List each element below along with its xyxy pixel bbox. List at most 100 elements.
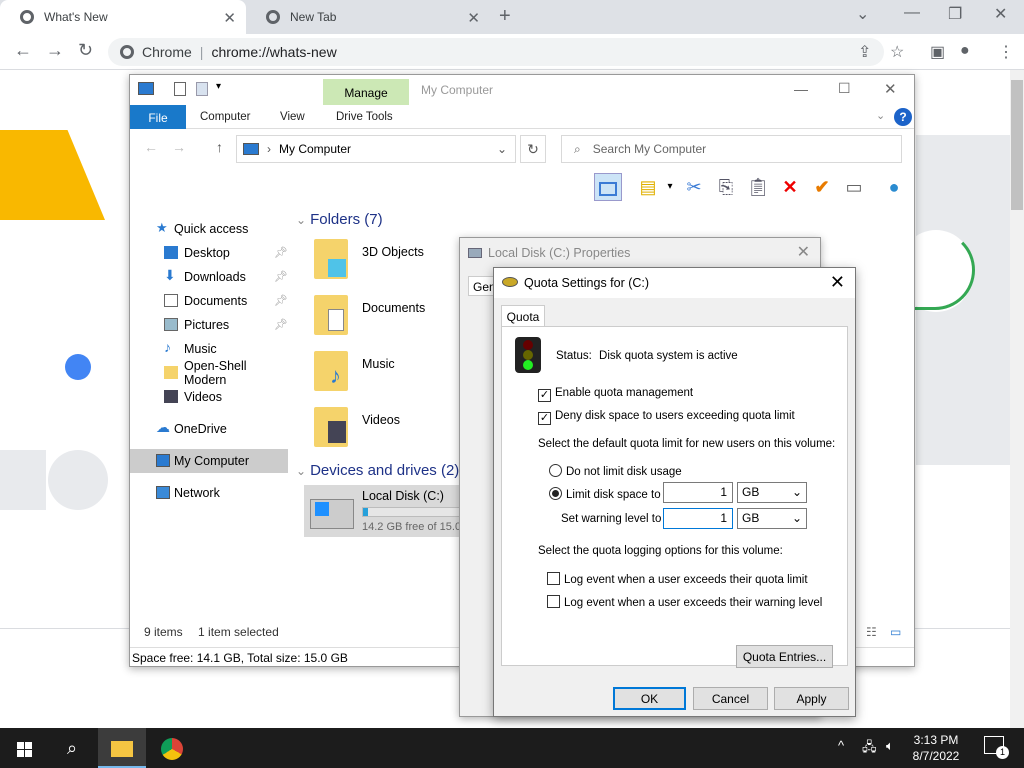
limit-unit-select[interactable]: GB ⌄ [737,482,807,503]
close-icon[interactable]: ✕ [830,272,845,293]
no-limit-radio[interactable]: Do not limit disk usage [549,464,682,478]
tab-file[interactable]: File [130,105,186,129]
tab-whats-new[interactable]: What's New ✕ [0,0,246,34]
checkbox-checked[interactable]: ✓ [538,389,551,402]
chevron-down-icon[interactable]: ⌄ [497,142,507,156]
maximize-icon[interactable]: ☐ [838,80,851,97]
reload-icon[interactable]: ↻ [78,40,93,61]
folder-3d-objects[interactable]: 3D Objects [314,239,424,279]
details-view-icon[interactable]: ☷ [866,625,877,639]
properties-icon[interactable] [174,82,186,96]
close-icon[interactable]: ✕ [797,242,810,262]
quota-entries-button[interactable]: Quota Entries... [736,645,833,668]
restore-icon[interactable]: ❐ [948,4,962,24]
nav-music[interactable]: ♪ Music [130,337,288,361]
cut-icon[interactable]: ✂ [680,173,708,201]
chrome-taskbar-icon[interactable] [148,728,196,768]
folder-videos[interactable]: Videos [314,407,400,447]
up-icon[interactable]: ↑ [216,139,223,155]
minimize-icon[interactable]: — [794,81,808,97]
nav-my-computer[interactable]: My Computer [130,449,288,473]
close-tab-icon[interactable]: ✕ [223,9,236,27]
nav-videos[interactable]: Videos [130,385,288,409]
tab-quota[interactable]: Quota [501,305,545,327]
close-window-icon[interactable]: ✕ [994,4,1007,24]
close-tab-icon[interactable]: ✕ [467,9,480,27]
nav-downloads[interactable]: ⬇ Downloads 📌︎ [130,265,288,289]
scrollbar-thumb[interactable] [1011,80,1023,210]
start-button[interactable] [0,728,48,768]
paste-icon[interactable]: 📋︎ [744,173,772,201]
ok-button[interactable]: OK [613,687,686,710]
help-icon[interactable]: ? [894,108,912,126]
clock[interactable]: 3:13 PM 8/7/2022 [908,732,964,764]
nav-quick-access[interactable]: ★ Quick access [130,217,288,241]
address-bar[interactable]: Chrome | chrome://whats-new [108,38,884,66]
menu-icon[interactable]: ⋮ [998,42,1014,62]
checkbox-unchecked[interactable] [547,595,560,608]
warning-value-input[interactable]: 1 [663,508,733,529]
refresh-button[interactable]: ↻ [520,135,546,163]
nav-onedrive[interactable]: ☁ OneDrive [130,417,288,441]
volume-icon[interactable]: 🔈︎ [886,738,894,754]
devices-group-header[interactable]: ⌄ Devices and drives (2) [296,462,459,479]
notification-icon[interactable]: 1 [984,736,1009,759]
delete-icon[interactable]: ✕ [776,173,804,201]
new-folder-icon[interactable] [196,82,208,96]
log-warning-checkbox[interactable]: Log event when a user exceeds their warn… [547,595,822,609]
checkbox-unchecked[interactable] [547,572,560,585]
log-quota-checkbox[interactable]: Log event when a user exceeds their quot… [547,572,808,586]
share-icon[interactable]: ⇪ [858,42,871,62]
checkmark-icon[interactable]: ✔ [808,173,836,201]
cancel-button[interactable]: Cancel [693,687,768,710]
tab-new-tab[interactable]: New Tab ✕ [246,0,490,34]
drive-local-disk-c[interactable]: Local Disk (C:) 14.2 GB free of 15.0 [304,485,464,537]
apply-button[interactable]: Apply [774,687,849,710]
bookmark-star-icon[interactable]: ☆ [890,42,904,62]
side-panel-icon[interactable]: ▣ [930,42,945,62]
profile-icon[interactable]: ● [960,42,970,60]
tab-computer[interactable]: Computer [200,111,251,123]
minimize-icon[interactable]: — [904,4,920,22]
copy-icon[interactable]: ⎘ [712,173,740,201]
address-bar[interactable]: › My Computer ⌄ [236,135,516,163]
network-icon[interactable]: 🖧︎ [862,738,877,760]
chevron-up-icon[interactable]: ^ [838,738,844,753]
large-icons-view-icon[interactable]: ▭ [890,625,901,639]
limit-disk-radio[interactable]: Limit disk space to [549,487,661,501]
expand-ribbon-icon[interactable]: ⌄ [876,109,885,122]
radio-unselected[interactable] [549,464,562,477]
tab-view[interactable]: View [280,111,305,123]
deny-space-checkbox[interactable]: ✓ Deny disk space to users exceeding quot… [538,410,795,425]
back-icon[interactable]: ← [144,139,158,155]
folders-group-header[interactable]: ⌄ Folders (7) [296,211,383,228]
new-tab-button[interactable]: + [499,5,511,28]
folder-documents[interactable]: Documents [314,295,425,335]
nav-open-shell[interactable]: Open-Shell Modern [130,359,288,387]
search-icon[interactable]: ⌕ [48,728,96,768]
tab-drive-tools[interactable]: Drive Tools [336,111,393,123]
preview-pane-icon[interactable] [594,173,622,201]
limit-value-input[interactable]: 1 [663,482,733,503]
back-icon[interactable]: ← [14,40,32,61]
tab-search-icon[interactable]: ⌄ [856,4,869,24]
globe-icon[interactable]: ● [880,173,908,201]
nav-pictures[interactable]: Pictures 📌︎ [130,313,288,337]
ribbon-tabs: File Computer View Drive Tools ⌄ ? [130,105,914,129]
rename-icon[interactable]: ▭ [840,173,868,201]
close-icon[interactable]: ✕ [884,80,897,98]
file-explorer-taskbar-icon[interactable] [98,728,146,768]
forward-icon[interactable]: → [46,40,64,61]
manage-contextual-tab[interactable]: Manage [323,79,409,105]
warning-unit-select[interactable]: GB ⌄ [737,508,807,529]
enable-quota-checkbox[interactable]: ✓ Enable quota management [538,387,693,402]
radio-selected[interactable] [549,487,562,500]
nav-desktop[interactable]: Desktop 📌︎ [130,241,288,265]
checkbox-checked[interactable]: ✓ [538,412,551,425]
search-box[interactable]: ⌕ Search My Computer [561,135,902,163]
nav-network[interactable]: Network [130,481,288,505]
folder-music[interactable]: ♪ Music [314,351,395,391]
quick-access-toolbar-dropdown-icon[interactable]: ▾ [216,81,221,92]
forward-icon[interactable]: → [172,139,186,155]
nav-documents[interactable]: Documents 📌︎ [130,289,288,313]
